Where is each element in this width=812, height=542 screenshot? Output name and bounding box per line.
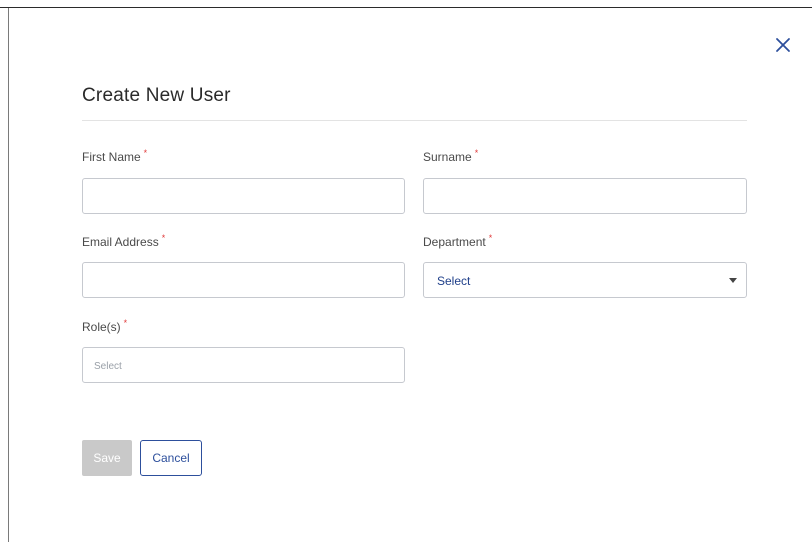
title-divider: [82, 120, 747, 121]
required-mark: *: [143, 148, 148, 158]
save-button[interactable]: Save: [82, 440, 132, 476]
first-name-label: First Name *: [82, 148, 148, 164]
first-name-input[interactable]: [82, 178, 405, 214]
email-label: Email Address *: [82, 233, 166, 249]
surname-input[interactable]: [423, 178, 747, 214]
roles-placeholder: Select: [94, 361, 122, 372]
required-mark: *: [488, 233, 493, 243]
department-label: Department *: [423, 233, 493, 249]
email-label-text: Email Address: [82, 235, 159, 249]
surname-label-text: Surname: [423, 150, 472, 164]
roles-label: Role(s) *: [82, 318, 128, 334]
email-input[interactable]: [82, 262, 405, 298]
roles-label-text: Role(s): [82, 320, 121, 334]
cancel-button[interactable]: Cancel: [140, 440, 202, 476]
top-border: [0, 0, 812, 8]
left-border: [8, 8, 9, 542]
first-name-label-text: First Name: [82, 150, 141, 164]
roles-multiselect[interactable]: Select: [82, 347, 405, 383]
department-label-text: Department: [423, 235, 486, 249]
required-mark: *: [474, 148, 479, 158]
chevron-down-icon: [729, 278, 737, 283]
create-user-dialog: Create New User First Name * Surname * Ema…: [0, 0, 812, 542]
dialog-title: Create New User: [82, 85, 231, 106]
department-selected-value: Select: [437, 274, 471, 288]
close-button[interactable]: [771, 33, 795, 57]
surname-label: Surname *: [423, 148, 479, 164]
close-icon: [776, 38, 790, 52]
required-mark: *: [161, 233, 166, 243]
required-mark: *: [123, 318, 128, 328]
department-select[interactable]: Select: [423, 262, 747, 298]
